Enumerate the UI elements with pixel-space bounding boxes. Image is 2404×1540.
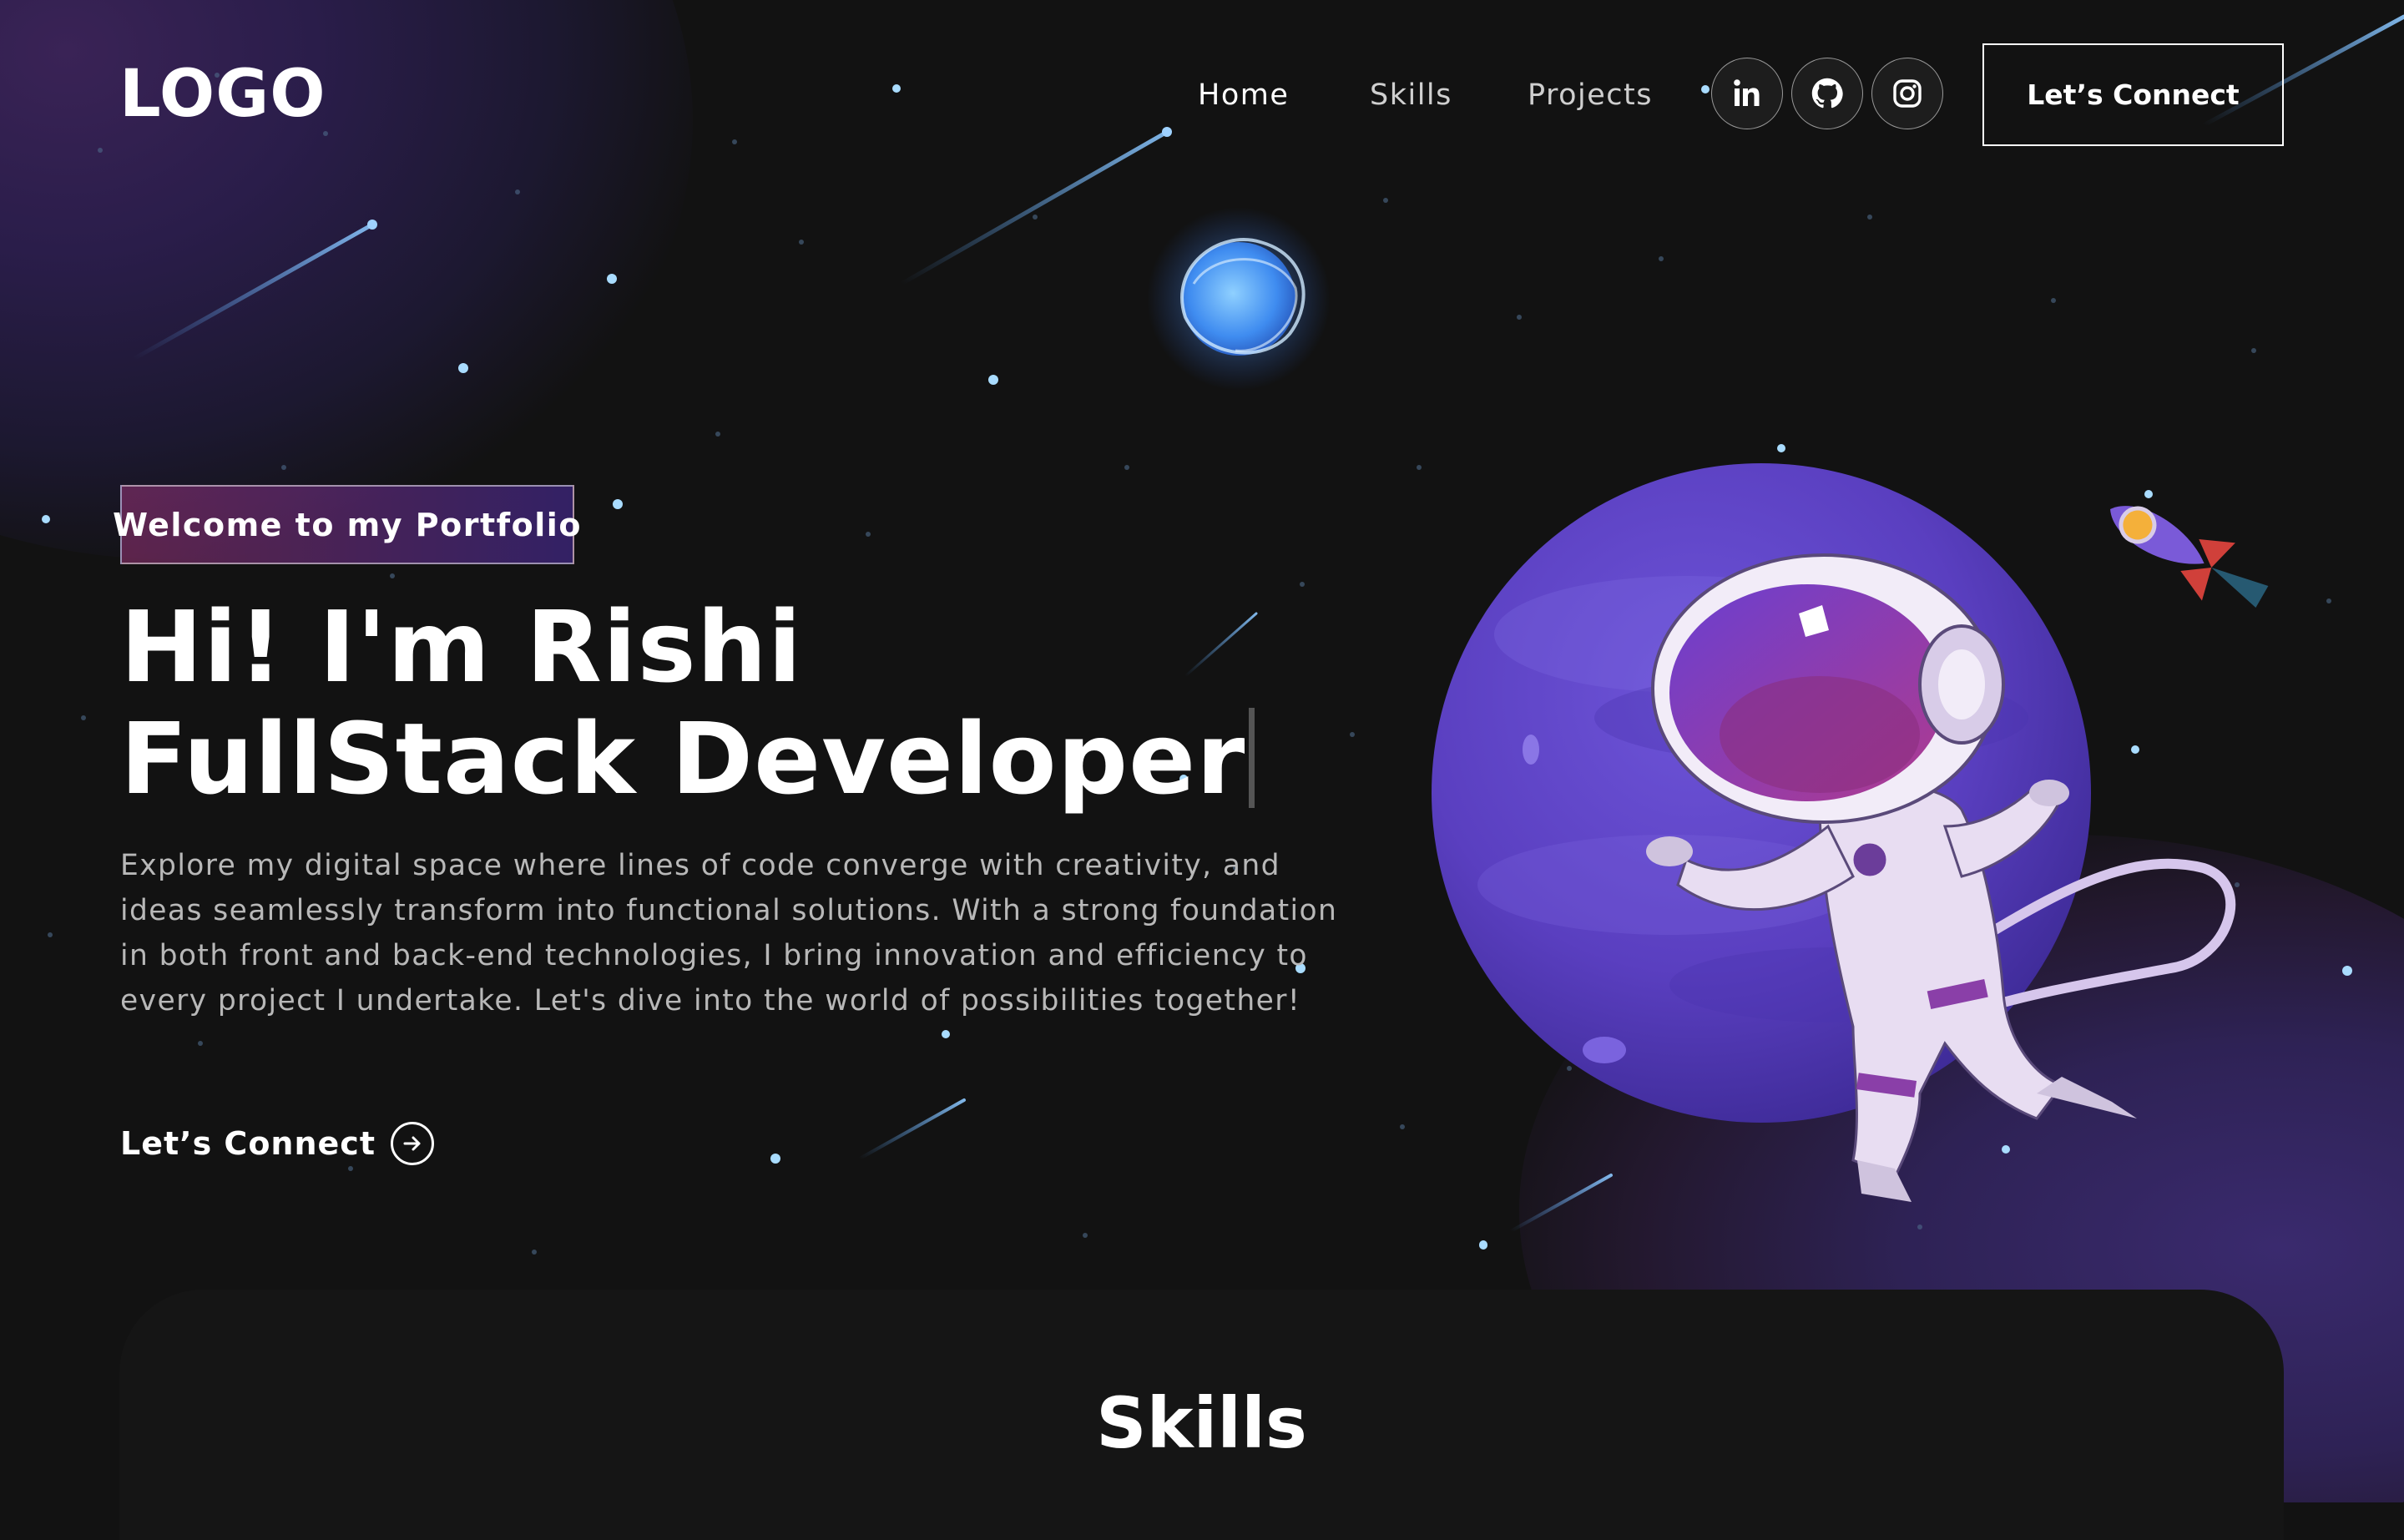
linkedin-button[interactable]	[1711, 58, 1783, 129]
logo[interactable]: LOGO	[119, 57, 326, 132]
skills-title: Skills	[1096, 1382, 1307, 1464]
astronaut-planet-illustration	[1432, 463, 2236, 1202]
hero-connect-link[interactable]: Let’s Connect	[120, 1122, 434, 1165]
lets-connect-button[interactable]: Let’s Connect	[1982, 43, 2284, 146]
skills-section: Skills	[119, 1290, 2284, 1540]
instagram-button[interactable]	[1871, 58, 1943, 129]
linkedin-icon	[1734, 79, 1760, 106]
github-icon	[1811, 78, 1843, 109]
nav-link-projects[interactable]: Projects	[1528, 73, 1653, 117]
hero-headline-text: Hi! I'm Rishi FullStack Developer	[120, 589, 1246, 816]
arrow-right-circle-icon	[391, 1122, 434, 1165]
hero-description: Explore my digital space where lines of …	[120, 849, 1338, 1017]
hero-headline: Hi! I'm Rishi FullStack Developer	[120, 591, 1306, 815]
nav-link-home[interactable]: Home	[1198, 73, 1289, 117]
welcome-tagline: Welcome to my Portfolio	[113, 485, 580, 564]
nav-link-skills[interactable]: Skills	[1370, 73, 1452, 117]
rocket-illustration	[2110, 506, 2269, 608]
instagram-icon	[1893, 79, 1922, 108]
hero-connect-label: Let’s Connect	[120, 1125, 376, 1162]
typing-cursor	[1249, 708, 1255, 808]
github-button[interactable]	[1791, 58, 1863, 129]
blue-orb	[1147, 207, 1331, 391]
